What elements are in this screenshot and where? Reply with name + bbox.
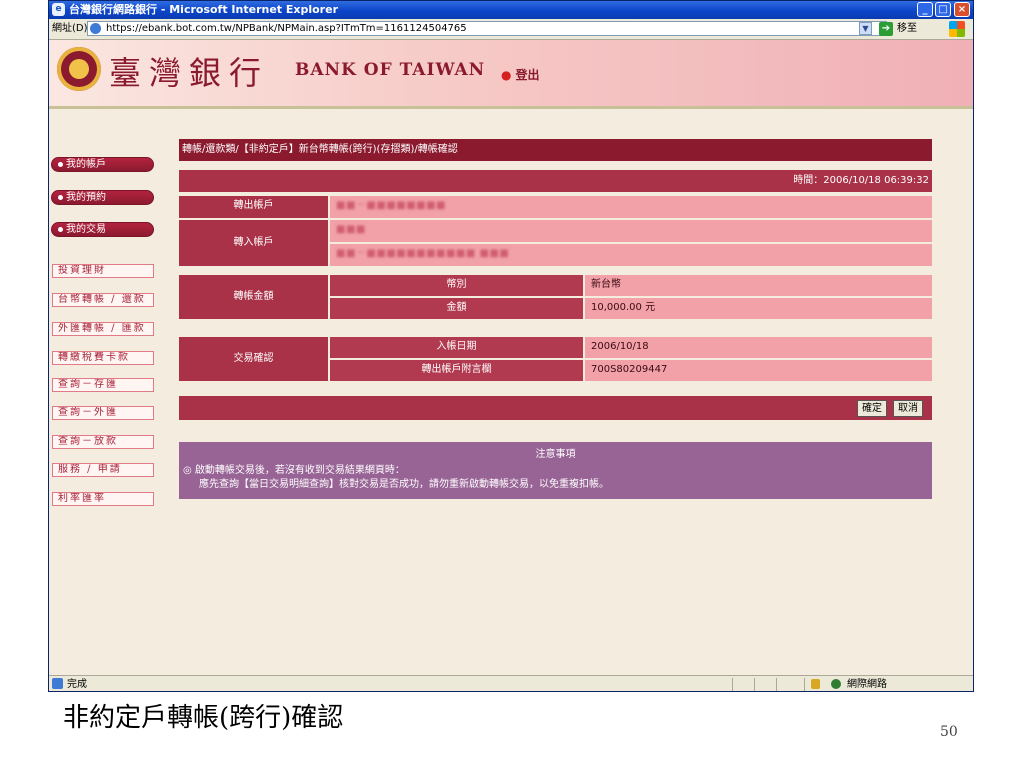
to-account-label: 轉入帳戶	[179, 220, 328, 266]
notice-line-2: 應先查詢【當日交易明細查詢】核對交易是否成功，請勿重新啟動轉帳交易，以免重複扣帳…	[199, 479, 609, 490]
currency-value: 新台幣	[585, 275, 932, 296]
bank-banner: 臺灣銀行 BANK OF TAIWAN ● 登出	[49, 40, 973, 109]
address-label: 網址(D)	[52, 23, 88, 34]
zone-text: 網際網路	[847, 679, 887, 690]
url-dropdown-icon[interactable]: ▼	[859, 22, 872, 35]
amount-value: 10,000.00 元	[585, 298, 932, 319]
currency-label: 幣別	[330, 275, 583, 296]
to-account-name: ■■■	[330, 220, 932, 242]
to-account-number: ■■－■■■■■■■■■■■ ■■■	[330, 244, 932, 266]
sidebar-item-loan-query[interactable]: 查詢－放款	[52, 435, 154, 449]
page-number: 50	[940, 724, 958, 740]
sidebar-my-account[interactable]: 我的帳戶	[51, 157, 154, 172]
status-text: 完成	[67, 679, 87, 690]
logout-link[interactable]: ● 登出	[501, 66, 540, 83]
sidebar-my-reservations[interactable]: 我的預約	[51, 190, 154, 205]
browser-window: e 台灣銀行網路銀行 - Microsoft Internet Explorer…	[48, 0, 974, 692]
amount-label: 轉帳金額	[179, 275, 328, 319]
minimize-button[interactable]: _	[917, 2, 933, 17]
breadcrumb: 轉帳/還款類/【非約定戶】新台幣轉帳(跨行)(存摺類)/轉帳確認	[179, 139, 932, 161]
sidebar-item-tax-card[interactable]: 轉繳稅費卡款	[52, 351, 154, 365]
window-title: 台灣銀行網路銀行 - Microsoft Internet Explorer	[69, 3, 338, 16]
title-bar: e 台灣銀行網路銀行 - Microsoft Internet Explorer…	[49, 1, 973, 19]
action-bar: 確定 取消	[179, 396, 932, 420]
memo-value: 700S80209447	[585, 360, 932, 381]
notice-box: 注意事項 ◎ 啟動轉帳交易後，若沒有收到交易結果網頁時： 應先查詢【當日交易明細…	[179, 442, 932, 499]
date-label: 入帳日期	[330, 337, 583, 358]
maximize-button[interactable]: □	[935, 2, 951, 17]
url-text: https://ebank.bot.com.tw/NPBank/NPMain.a…	[106, 23, 467, 34]
windows-logo-icon	[949, 21, 965, 37]
go-arrow-icon: ➔	[879, 22, 893, 36]
sidebar-my-transactions[interactable]: 我的交易	[51, 222, 154, 237]
close-button[interactable]: ×	[954, 2, 970, 17]
status-bar: 完成 網際網路	[49, 675, 973, 691]
cancel-button[interactable]: 取消	[893, 400, 923, 417]
page-icon	[90, 23, 101, 34]
sidebar-item-fx-query[interactable]: 查詢－外匯	[52, 406, 154, 420]
confirm-button[interactable]: 確定	[857, 400, 887, 417]
brand-chinese: 臺灣銀行	[109, 54, 270, 92]
sidebar: 我的帳戶 我的預約 我的交易 投資理財 台幣轉帳 / 還款 外匯轉帳 / 匯款 …	[49, 109, 174, 675]
memo-label: 轉出帳戶附言欄	[330, 360, 583, 381]
notice-title: 注意事項	[535, 449, 576, 460]
sidebar-item-twd-transfer[interactable]: 台幣轉帳 / 還款	[52, 293, 154, 307]
sidebar-item-service[interactable]: 服務 / 申請	[52, 463, 154, 477]
bank-logo-icon	[57, 47, 101, 91]
address-bar: 網址(D) https://ebank.bot.com.tw/NPBank/NP…	[49, 19, 973, 40]
slide-caption: 非約定戶轉帳(跨行)確認	[63, 703, 344, 733]
ie-icon: e	[52, 3, 65, 16]
internet-zone-icon	[831, 679, 841, 689]
page-status-icon	[52, 678, 63, 689]
sidebar-item-investment[interactable]: 投資理財	[52, 264, 154, 278]
brand-english: BANK OF TAIWAN	[295, 60, 486, 80]
notice-line-1: ◎ 啟動轉帳交易後，若沒有收到交易結果網頁時：	[183, 465, 405, 476]
go-label: 移至	[897, 23, 917, 34]
amount-sub-label: 金額	[330, 298, 583, 319]
logout-dot-icon: ●	[501, 68, 512, 82]
lock-icon	[811, 679, 820, 689]
sidebar-item-fx-transfer[interactable]: 外匯轉帳 / 匯款	[52, 322, 154, 336]
url-field[interactable]: https://ebank.bot.com.tw/NPBank/NPMain.a…	[87, 21, 887, 36]
confirm-label: 交易確認	[179, 337, 328, 381]
sidebar-item-deposit-query[interactable]: 查詢－存匯	[52, 378, 154, 392]
sidebar-item-rates[interactable]: 利率匯率	[52, 492, 154, 506]
from-account-value: ■■－■■■■■■■■	[330, 196, 932, 218]
from-account-label: 轉出帳戶	[179, 196, 328, 218]
date-value: 2006/10/18	[585, 337, 932, 358]
time-stamp: 時間：2006/10/18 06:39:32	[179, 170, 932, 192]
